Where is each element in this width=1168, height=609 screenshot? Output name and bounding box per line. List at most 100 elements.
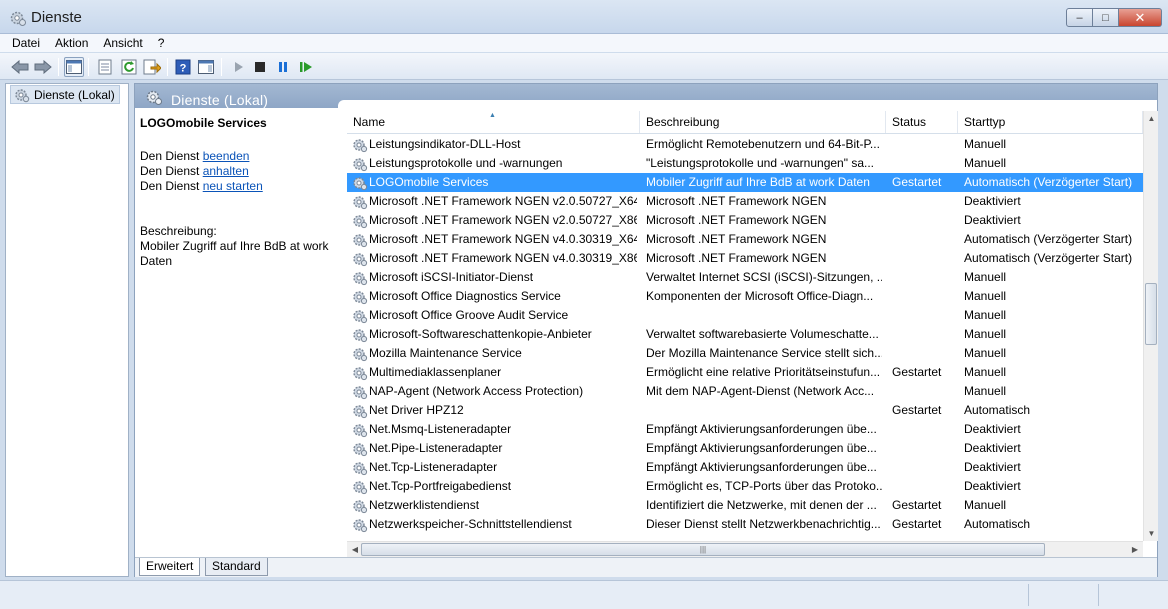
pause-service-link[interactable]: anhalten bbox=[203, 164, 249, 178]
table-row[interactable]: Microsoft Office Diagnostics Service Komp… bbox=[347, 287, 1143, 306]
scroll-down-arrow-icon[interactable]: ▼ bbox=[1144, 526, 1159, 541]
column-header-description[interactable]: Beschreibung bbox=[640, 111, 886, 133]
service-status-cell bbox=[892, 325, 956, 344]
service-gear-icon bbox=[352, 403, 368, 419]
forward-icon[interactable] bbox=[33, 57, 53, 77]
properties-icon[interactable] bbox=[95, 57, 115, 77]
table-row[interactable]: Netzwerkspeicher-Schnittstellendienst Die… bbox=[347, 515, 1143, 534]
scroll-right-arrow-icon[interactable]: ▶ bbox=[1127, 542, 1143, 558]
refresh-icon[interactable] bbox=[119, 57, 139, 77]
services-gear-icon bbox=[15, 88, 30, 102]
close-button[interactable]: ✕ bbox=[1119, 8, 1162, 27]
table-row[interactable]: Leistungsindikator-DLL-Host Ermöglicht Re… bbox=[347, 135, 1143, 154]
service-gear-icon bbox=[352, 308, 368, 324]
table-row[interactable]: Net.Tcp-Portfreigabedienst Ermöglicht es,… bbox=[347, 477, 1143, 496]
table-row[interactable]: Netzwerklistendienst Identifiziert die Ne… bbox=[347, 496, 1143, 515]
table-row[interactable]: Multimediaklassenplaner Ermöglicht eine r… bbox=[347, 363, 1143, 382]
service-description-cell bbox=[646, 306, 882, 325]
table-row[interactable]: Microsoft-Softwareschattenkopie-Anbieter… bbox=[347, 325, 1143, 344]
table-row[interactable]: Microsoft iSCSI-Initiator-Dienst Verwalte… bbox=[347, 268, 1143, 287]
minimize-button[interactable]: – bbox=[1066, 8, 1093, 27]
restart-service-link[interactable]: neu starten bbox=[203, 179, 263, 193]
service-gear-icon bbox=[352, 194, 368, 210]
horizontal-scrollbar[interactable]: ◀ ||| ▶ bbox=[347, 541, 1143, 557]
service-startup-type-cell: Automatisch (Verzögerter Start) bbox=[964, 175, 1133, 189]
services-gear-icon bbox=[146, 90, 162, 105]
menu-aktion[interactable]: Aktion bbox=[55, 36, 88, 50]
vertical-scroll-thumb[interactable] bbox=[1145, 283, 1157, 345]
service-description-cell: Empfängt Aktivierungsanforderungen übe..… bbox=[646, 441, 877, 455]
table-row[interactable]: Net.Pipe-Listeneradapter Empfängt Aktivie… bbox=[347, 439, 1143, 458]
service-description-cell: Komponenten der Microsoft Office-Diagn..… bbox=[646, 289, 874, 303]
service-name-cell: Net.Msmq-Listeneradapter bbox=[369, 422, 512, 436]
help-icon[interactable]: ? bbox=[173, 57, 193, 77]
service-gear-icon bbox=[352, 270, 368, 286]
service-startup-type-cell: Manuell bbox=[964, 308, 1007, 322]
table-row[interactable]: LOGOmobile Services Mobiler Zugriff auf I… bbox=[347, 173, 1143, 192]
start-service-icon[interactable] bbox=[228, 57, 248, 77]
horizontal-scroll-thumb[interactable]: ||| bbox=[361, 543, 1045, 556]
export-list-icon[interactable] bbox=[142, 57, 162, 77]
service-description-cell: Empfängt Aktivierungsanforderungen übe..… bbox=[646, 422, 877, 436]
tab-erweitert[interactable]: Erweitert bbox=[139, 558, 201, 576]
service-description-cell: Verwaltet Internet SCSI (iSCSI)-Sitzunge… bbox=[646, 270, 882, 284]
vertical-scrollbar[interactable]: ▲ ▼ bbox=[1143, 111, 1158, 541]
scroll-up-arrow-icon[interactable]: ▲ bbox=[1144, 111, 1159, 126]
service-status-cell bbox=[892, 477, 956, 496]
service-description-cell: Microsoft .NET Framework NGEN bbox=[646, 213, 827, 227]
panel-title: Dienste (Lokal) bbox=[171, 92, 269, 108]
service-name-cell: NAP-Agent (Network Access Protection) bbox=[369, 384, 584, 398]
service-name-cell: Netzwerkspeicher-Schnittstellendienst bbox=[369, 517, 572, 531]
menu-ansicht[interactable]: Ansicht bbox=[103, 36, 142, 50]
column-header-status[interactable]: Status bbox=[886, 111, 958, 133]
table-row[interactable]: NAP-Agent (Network Access Protection) Mit… bbox=[347, 382, 1143, 401]
service-gear-icon bbox=[352, 517, 368, 533]
service-status-cell bbox=[892, 192, 956, 211]
resume-service-icon[interactable] bbox=[296, 57, 316, 77]
menu-datei[interactable]: Datei bbox=[12, 36, 40, 50]
back-icon[interactable] bbox=[10, 57, 30, 77]
service-status-cell bbox=[892, 306, 956, 325]
service-description-cell bbox=[646, 401, 882, 420]
sort-ascending-icon: ▲ bbox=[489, 112, 496, 119]
table-row[interactable]: Mozilla Maintenance Service Der Mozilla M… bbox=[347, 344, 1143, 363]
table-row[interactable]: Microsoft .NET Framework NGEN v2.0.50727… bbox=[347, 192, 1143, 211]
service-name-cell: Microsoft .NET Framework NGEN v2.0.50727… bbox=[369, 194, 637, 208]
stop-service-link[interactable]: beenden bbox=[203, 149, 250, 163]
service-startup-type-cell: Manuell bbox=[964, 327, 1007, 341]
service-description-cell: Identifiziert die Netzwerke, mit denen d… bbox=[646, 498, 877, 512]
service-description-cell: Microsoft .NET Framework NGEN bbox=[646, 232, 827, 246]
service-gear-icon bbox=[352, 346, 368, 362]
service-name-cell: Microsoft .NET Framework NGEN v2.0.50727… bbox=[369, 213, 637, 227]
menu-help[interactable]: ? bbox=[158, 36, 165, 50]
maximize-button[interactable]: □ bbox=[1093, 8, 1119, 27]
table-row[interactable]: Leistungsprotokolle und -warnungen "Leist… bbox=[347, 154, 1143, 173]
service-status-cell: Gestartet bbox=[892, 403, 942, 417]
pause-service-icon[interactable] bbox=[273, 57, 293, 77]
table-row[interactable]: Microsoft Office Groove Audit Service Man… bbox=[347, 306, 1143, 325]
window-title: Dienste bbox=[31, 9, 82, 26]
column-header-startup-type[interactable]: Starttyp bbox=[958, 111, 1143, 133]
service-startup-type-cell: Automatisch (Verzögerter Start) bbox=[964, 232, 1133, 246]
table-row[interactable]: Microsoft .NET Framework NGEN v2.0.50727… bbox=[347, 211, 1143, 230]
show-hide-console-tree-icon[interactable] bbox=[64, 57, 84, 77]
table-row[interactable]: Net.Msmq-Listeneradapter Empfängt Aktivie… bbox=[347, 420, 1143, 439]
service-status-cell bbox=[892, 268, 956, 287]
service-description-cell: Verwaltet softwarebasierte Volumeschatte… bbox=[646, 327, 879, 341]
svg-text:?: ? bbox=[180, 63, 187, 75]
service-startup-type-cell: Manuell bbox=[964, 270, 1007, 284]
service-description-cell: Microsoft .NET Framework NGEN bbox=[646, 194, 827, 208]
tree-item-label: Dienste (Lokal) bbox=[34, 87, 115, 102]
service-startup-type-cell: Deaktiviert bbox=[964, 460, 1021, 474]
service-gear-icon bbox=[352, 498, 368, 514]
tree-item-services-local[interactable]: Dienste (Lokal) bbox=[10, 85, 120, 104]
show-action-pane-icon[interactable] bbox=[196, 57, 216, 77]
stop-service-icon[interactable] bbox=[250, 57, 270, 77]
service-name-cell: Net.Pipe-Listeneradapter bbox=[369, 441, 503, 455]
table-row[interactable]: Net Driver HPZ12 Gestartet Automatisch bbox=[347, 401, 1143, 420]
service-description-cell: Der Mozilla Maintenance Service stellt s… bbox=[646, 346, 882, 360]
table-row[interactable]: Net.Tcp-Listeneradapter Empfängt Aktivier… bbox=[347, 458, 1143, 477]
table-row[interactable]: Microsoft .NET Framework NGEN v4.0.30319… bbox=[347, 249, 1143, 268]
table-row[interactable]: Microsoft .NET Framework NGEN v4.0.30319… bbox=[347, 230, 1143, 249]
tab-standard[interactable]: Standard bbox=[205, 558, 268, 576]
